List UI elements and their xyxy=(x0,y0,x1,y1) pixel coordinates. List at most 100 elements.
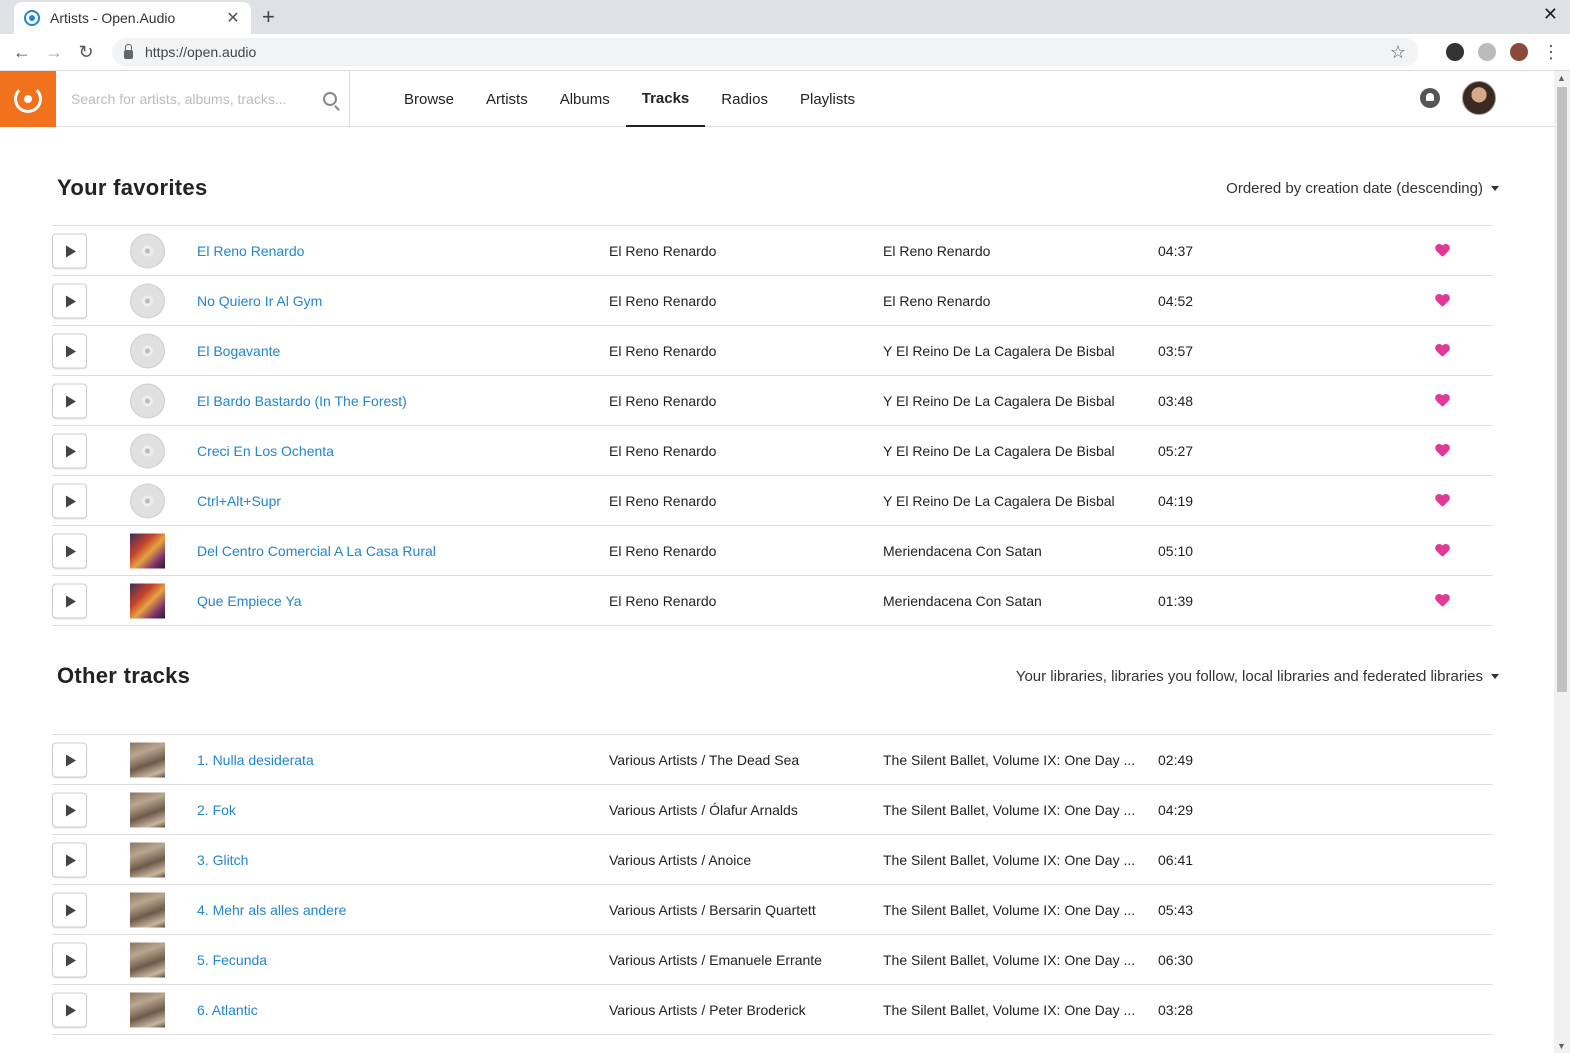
track-album[interactable]: Y El Reino De La Cagalera De Bisbal xyxy=(883,343,1115,359)
track-artist[interactable]: Various Artists / Peter Broderick xyxy=(609,1002,806,1018)
track-artist[interactable]: El Reno Renardo xyxy=(609,243,716,259)
track-title-link[interactable]: Creci En Los Ochenta xyxy=(197,443,334,459)
play-button[interactable] xyxy=(52,333,87,368)
play-button[interactable] xyxy=(52,383,87,418)
scroll-up-icon[interactable]: ▲ xyxy=(1557,73,1566,83)
track-artist[interactable]: Various Artists / The Dead Sea xyxy=(609,752,799,768)
track-album[interactable]: El Reno Renardo xyxy=(883,293,990,309)
url-text[interactable]: https://open.audio xyxy=(145,44,1390,60)
track-album[interactable]: Meriendacena Con Satan xyxy=(883,593,1042,609)
heart-icon[interactable] xyxy=(1435,544,1449,557)
menu-tracks[interactable]: Tracks xyxy=(625,71,706,127)
play-button[interactable] xyxy=(52,892,87,927)
play-button[interactable] xyxy=(52,742,87,777)
caret-down-icon xyxy=(1491,185,1499,191)
play-button[interactable] xyxy=(52,842,87,877)
heart-icon[interactable] xyxy=(1435,394,1449,407)
avatar[interactable] xyxy=(1462,81,1496,115)
track-album[interactable]: Y El Reino De La Cagalera De Bisbal xyxy=(883,393,1115,409)
track-album[interactable]: The Silent Ballet, Volume IX: One Day ..… xyxy=(883,852,1135,868)
track-artist[interactable]: Various Artists / Ólafur Arnalds xyxy=(609,802,798,818)
track-album[interactable]: The Silent Ballet, Volume IX: One Day ..… xyxy=(883,952,1135,968)
play-button[interactable] xyxy=(52,583,87,618)
album-cover xyxy=(130,233,165,268)
track-album[interactable]: Y El Reino De La Cagalera De Bisbal xyxy=(883,493,1115,509)
track-album[interactable]: The Silent Ballet, Volume IX: One Day ..… xyxy=(883,1002,1135,1018)
menu-artists[interactable]: Artists xyxy=(470,71,544,127)
logo[interactable] xyxy=(0,71,56,127)
library-filter-dropdown[interactable]: Your libraries, libraries you follow, lo… xyxy=(1016,668,1499,685)
track-artist[interactable]: Various Artists / Emanuele Errante xyxy=(609,952,822,968)
heart-icon[interactable] xyxy=(1435,344,1449,357)
extension-icon[interactable] xyxy=(1446,43,1464,61)
track-album[interactable]: Meriendacena Con Satan xyxy=(883,543,1042,559)
lock-icon xyxy=(124,43,133,59)
track-title-link[interactable]: No Quiero Ir Al Gym xyxy=(197,293,322,309)
track-title-link[interactable]: 1. Nulla desiderata xyxy=(197,752,314,768)
track-title-link[interactable]: El Bardo Bastardo (In The Forest) xyxy=(197,393,407,409)
play-button[interactable] xyxy=(52,433,87,468)
track-artist[interactable]: El Reno Renardo xyxy=(609,393,716,409)
track-title-link[interactable]: El Bogavante xyxy=(197,343,280,359)
heart-icon[interactable] xyxy=(1435,244,1449,257)
track-title-link[interactable]: El Reno Renardo xyxy=(197,243,304,259)
browser-tab[interactable]: Artists - Open.Audio ✕ xyxy=(14,2,251,34)
reload-button[interactable]: ↻ xyxy=(74,42,98,63)
forward-button[interactable]: → xyxy=(42,42,66,63)
track-title-link[interactable]: 5. Fecunda xyxy=(197,952,267,968)
play-button[interactable] xyxy=(52,992,87,1027)
track-title-link[interactable]: Ctrl+Alt+Supr xyxy=(197,493,281,509)
track-album[interactable]: The Silent Ballet, Volume IX: One Day ..… xyxy=(883,802,1135,818)
track-album[interactable]: El Reno Renardo xyxy=(883,243,990,259)
menu-albums[interactable]: Albums xyxy=(544,71,626,127)
extension-icon[interactable] xyxy=(1478,43,1496,61)
new-tab-button[interactable]: + xyxy=(262,4,275,30)
track-artist[interactable]: El Reno Renardo xyxy=(609,293,716,309)
play-button[interactable] xyxy=(52,283,87,318)
page-scrollbar[interactable]: ▲ ▼ xyxy=(1554,71,1570,1053)
track-title-link[interactable]: 2. Fok xyxy=(197,802,236,818)
search-input[interactable] xyxy=(71,90,323,107)
scroll-down-icon[interactable]: ▼ xyxy=(1557,1041,1566,1051)
play-button[interactable] xyxy=(52,792,87,827)
track-artist[interactable]: El Reno Renardo xyxy=(609,493,716,509)
track-artist[interactable]: El Reno Renardo xyxy=(609,543,716,559)
heart-icon[interactable] xyxy=(1435,594,1449,607)
play-button[interactable] xyxy=(52,233,87,268)
caret-down-icon xyxy=(1491,673,1499,679)
track-album[interactable]: The Silent Ballet, Volume IX: One Day ..… xyxy=(883,902,1135,918)
back-button[interactable]: ← xyxy=(10,42,34,63)
play-button[interactable] xyxy=(52,533,87,568)
track-title-link[interactable]: 6. Atlantic xyxy=(197,1002,258,1018)
profile-avatar-icon[interactable] xyxy=(1510,43,1528,61)
track-artist[interactable]: El Reno Renardo xyxy=(609,593,716,609)
menu-playlists[interactable]: Playlists xyxy=(784,71,871,127)
track-title-link[interactable]: 3. Glitch xyxy=(197,852,248,868)
heart-icon[interactable] xyxy=(1435,294,1449,307)
bookmark-star-icon[interactable]: ☆ xyxy=(1390,42,1406,63)
menu-browse[interactable]: Browse xyxy=(388,71,470,127)
track-artist[interactable]: El Reno Renardo xyxy=(609,343,716,359)
track-album[interactable]: Y El Reino De La Cagalera De Bisbal xyxy=(883,443,1115,459)
play-button[interactable] xyxy=(52,942,87,977)
track-artist[interactable]: El Reno Renardo xyxy=(609,443,716,459)
browser-menu-icon[interactable]: ⋮ xyxy=(1542,42,1560,63)
track-title-link[interactable]: Que Empiece Ya xyxy=(197,593,302,609)
scrollbar-thumb[interactable] xyxy=(1557,87,1567,692)
track-artist[interactable]: Various Artists / Bersarin Quartett xyxy=(609,902,816,918)
search-icon[interactable] xyxy=(323,91,337,106)
heart-icon[interactable] xyxy=(1435,494,1449,507)
track-artist[interactable]: Various Artists / Anoice xyxy=(609,852,751,868)
play-button[interactable] xyxy=(52,483,87,518)
window-close-button[interactable]: ✕ xyxy=(1543,4,1558,25)
favorites-order-dropdown[interactable]: Ordered by creation date (descending) xyxy=(1226,180,1499,197)
track-title-link[interactable]: 4. Mehr als alles andere xyxy=(197,902,346,918)
track-album[interactable]: The Silent Ballet, Volume IX: One Day ..… xyxy=(883,752,1135,768)
tab-title: Artists - Open.Audio xyxy=(50,10,176,26)
bell-icon[interactable] xyxy=(1420,88,1440,108)
menu-radios[interactable]: Radios xyxy=(705,71,784,127)
address-bar[interactable]: https://open.audio ☆ xyxy=(112,38,1418,66)
heart-icon[interactable] xyxy=(1435,444,1449,457)
track-title-link[interactable]: Del Centro Comercial A La Casa Rural xyxy=(197,543,436,559)
tab-close-icon[interactable]: ✕ xyxy=(225,8,241,28)
